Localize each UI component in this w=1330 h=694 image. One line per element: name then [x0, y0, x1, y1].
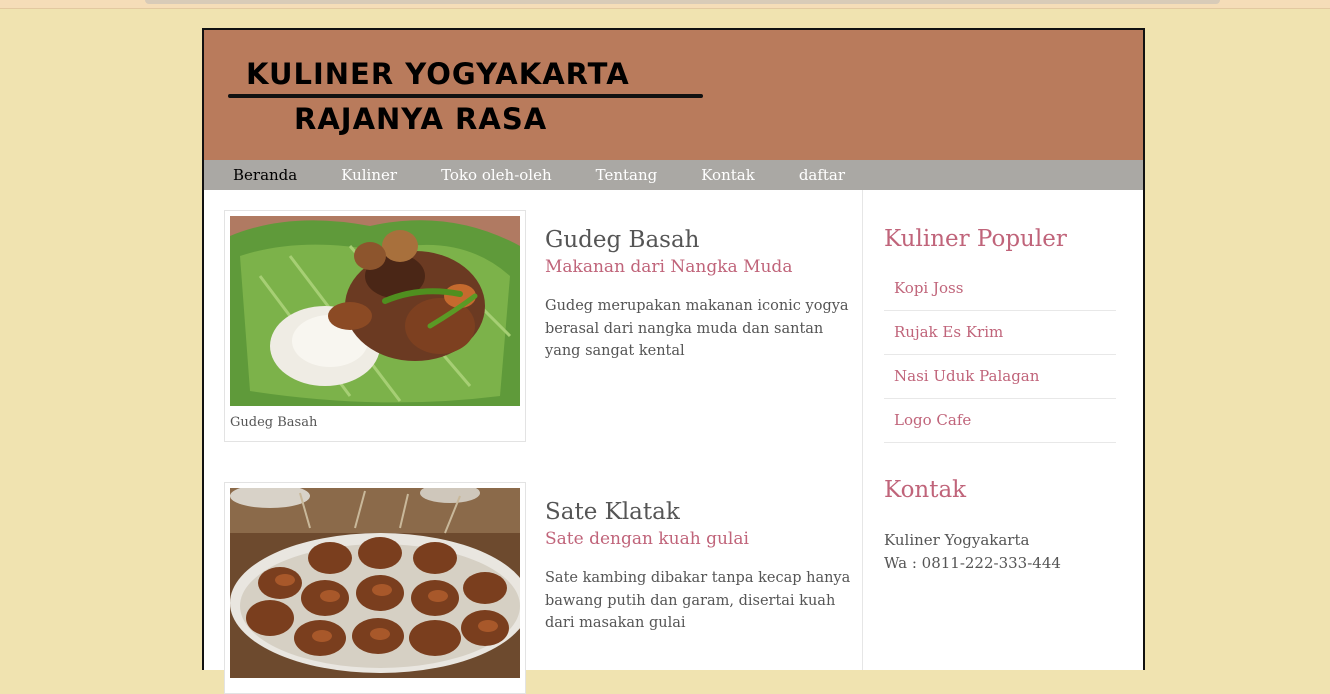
nav-item-beranda[interactable]: Beranda	[204, 160, 319, 190]
horizontal-scrollbar[interactable]	[145, 0, 1220, 4]
contact-heading: Kontak	[884, 477, 967, 503]
article-subtitle: Sate dengan kuah gulai	[545, 529, 749, 549]
contact-name: Kuliner Yogyakarta	[884, 531, 1030, 549]
nav-item-daftar[interactable]: daftar	[777, 160, 867, 190]
article-subtitle: Makanan dari Nangka Muda	[545, 257, 793, 277]
contact-phone: Wa : 0811-222-333-444	[884, 554, 1061, 572]
article-text: Sate kambing dibakar tanpa kecap hanya b…	[545, 570, 851, 631]
sate-photo	[230, 488, 520, 678]
article-gudeg-basah: Gudeg Basah Gudeg Basah Makanan dari Nan…	[224, 210, 854, 442]
title-underline	[228, 94, 703, 98]
gudeg-photo	[230, 216, 520, 406]
main-content: Gudeg Basah Gudeg Basah Makanan dari Nan…	[204, 190, 862, 694]
site-title-line1: KULINER YOGYAKARTA	[246, 57, 630, 91]
main-nav: Beranda Kuliner Toko oleh-oleh Tentang K…	[204, 160, 1143, 190]
popular-heading: Kuliner Populer	[884, 226, 1067, 252]
article-title: Gudeg Basah	[545, 227, 700, 253]
article-figure: Gudeg Basah	[224, 210, 526, 442]
article-title: Sate Klatak	[545, 499, 680, 525]
popular-list: Kopi Joss Rujak Es Krim Nasi Uduk Palaga…	[884, 267, 1116, 443]
popular-item-rujak-es-krim[interactable]: Rujak Es Krim	[884, 311, 1116, 355]
browser-top-bar	[0, 0, 1330, 9]
article-text: Gudeg merupakan makanan iconic yogya ber…	[545, 298, 849, 359]
site-header: KULINER YOGYAKARTA RAJANYA RASA	[204, 30, 1143, 160]
nav-item-toko-oleh-oleh[interactable]: Toko oleh-oleh	[419, 160, 574, 190]
figure-caption: Gudeg Basah	[230, 415, 318, 430]
popular-item-nasi-uduk-palagan[interactable]: Nasi Uduk Palagan	[884, 355, 1116, 399]
article-sate-klatak: Sate Klatak Sate dengan kuah gulai Sate …	[224, 482, 854, 694]
article-figure	[224, 482, 526, 694]
nav-item-kontak[interactable]: Kontak	[679, 160, 777, 190]
popular-item-logo-cafe[interactable]: Logo Cafe	[884, 399, 1116, 443]
popular-item-kopi-joss[interactable]: Kopi Joss	[884, 267, 1116, 311]
sidebar-divider	[862, 190, 863, 670]
site-title-line2: RAJANYA RASA	[294, 102, 548, 136]
nav-item-kuliner[interactable]: Kuliner	[319, 160, 419, 190]
nav-item-tentang[interactable]: Tentang	[574, 160, 680, 190]
page-container: KULINER YOGYAKARTA RAJANYA RASA Beranda …	[202, 28, 1145, 694]
